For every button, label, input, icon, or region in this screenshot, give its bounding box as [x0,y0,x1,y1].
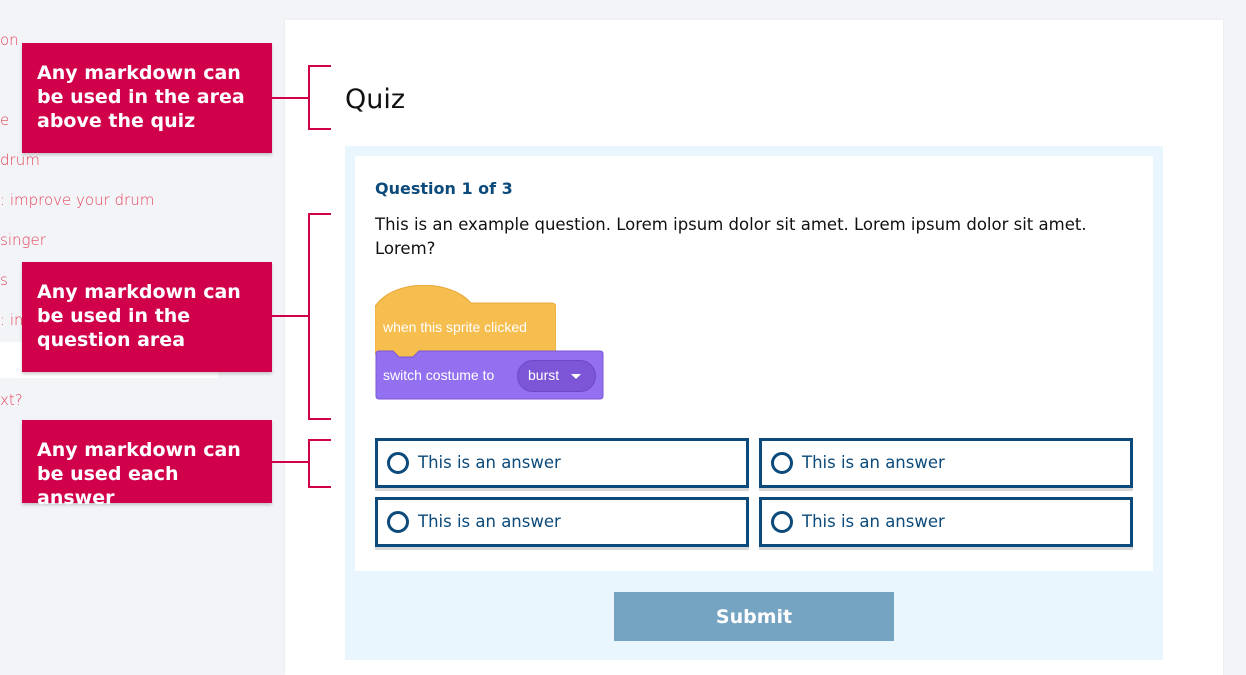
callout-question-area: Any markdown can be used in the question… [22,262,272,372]
callout-bracket [308,439,331,488]
looks-block-label: switch costume to [383,367,495,383]
answer-label: This is an answer [802,512,945,531]
hat-block-label: when this sprite clicked [383,319,527,335]
callout-bracket [308,213,331,420]
callout-answers: Any markdown can be used each answer [22,420,272,509]
sidebar-item[interactable]: xt? [0,391,23,409]
answer-option-1[interactable]: This is an answer [375,438,749,488]
dropdown-arrow-icon [571,374,581,379]
quiz-title: Quiz [345,84,406,115]
callout-above-quiz: Any markdown can be used in the area abo… [22,43,272,153]
callout-connector [272,315,309,317]
costume-dropdown-value: burst [528,367,560,383]
sidebar-item[interactable]: e [0,111,9,129]
callout-bracket [308,65,331,130]
sidebar-item[interactable]: : improve your drum [0,191,154,209]
question-counter: Question 1 of 3 [375,179,513,198]
radio-icon[interactable] [387,511,409,533]
sidebar-item[interactable]: on [0,31,19,49]
sidebar-item[interactable]: singer [0,231,46,249]
radio-icon[interactable] [771,452,793,474]
answer-option-4[interactable]: This is an answer [759,497,1133,547]
answer-label: This is an answer [802,453,945,472]
answer-option-2[interactable]: This is an answer [759,438,1133,488]
callout-connector [272,97,309,99]
answer-label: This is an answer [418,453,561,472]
radio-icon[interactable] [771,511,793,533]
radio-icon[interactable] [387,452,409,474]
answer-option-3[interactable]: This is an answer [375,497,749,547]
answer-label: This is an answer [418,512,561,531]
callout-connector [272,461,309,463]
sidebar-item[interactable]: s [0,271,8,289]
submit-button[interactable]: Submit [614,592,894,641]
question-text: This is an example question. Lorem ipsum… [375,215,1087,258]
sidebar-item[interactable]: drum [0,151,40,169]
